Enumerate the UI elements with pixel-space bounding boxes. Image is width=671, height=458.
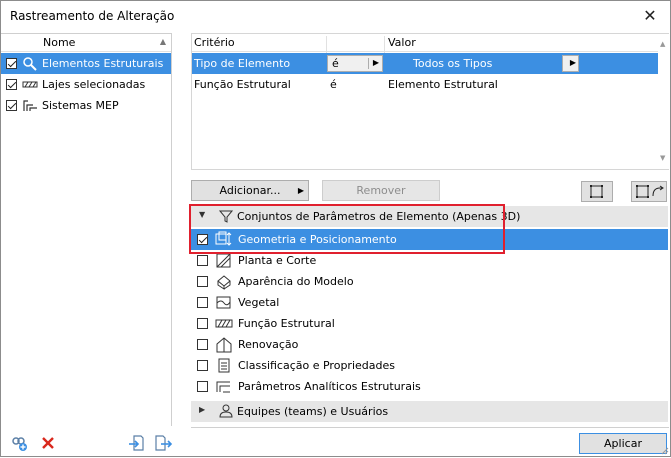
scroll-up-icon[interactable]: ▲ (660, 40, 665, 48)
aplicar-label: Aplicar (604, 437, 642, 450)
teams-label: Equipes (teams) e Usuários (237, 405, 389, 418)
option-label: Parâmetros Analíticos Estruturais (238, 380, 421, 393)
name-column-header[interactable]: Nome (43, 36, 75, 49)
delete-icon[interactable] (38, 433, 58, 453)
structural-hatch-icon (215, 315, 233, 332)
criteria-table: Critério Valor Tipo de Elemento é ▶ Todo… (191, 33, 669, 170)
close-icon[interactable]: ✕ (640, 6, 660, 26)
option-checkbox[interactable] (197, 339, 208, 350)
title-bar: Rastreamento de Alteração ✕ (1, 1, 670, 32)
value-text: Todos os Tipos (413, 57, 493, 70)
criteria-row[interactable]: Função Estrutural é Elemento Estrutural (192, 74, 658, 95)
value-cell: Elemento Estrutural (388, 78, 498, 91)
floor-plan-icon (215, 252, 233, 269)
surface-icon (215, 294, 233, 311)
set-item-lajes-selecionadas[interactable]: Lajes selecionadas (1, 74, 171, 95)
option-checkbox[interactable] (197, 276, 208, 287)
magnifier-icon (22, 56, 38, 71)
scroll-down-icon[interactable]: ▼ (660, 154, 665, 162)
adicionar-label: Adicionar... (219, 184, 281, 197)
option-label: Classificação e Propriedades (238, 359, 395, 372)
set-checkbox[interactable] (6, 58, 17, 69)
frame-refresh-icon (636, 185, 664, 198)
value-dropdown[interactable]: Todos os Tipos (386, 55, 580, 72)
option-label: Vegetal (238, 296, 280, 309)
user-icon (219, 404, 233, 418)
set-list-header: Nome ▲ (1, 34, 171, 52)
option-aparencia-modelo[interactable]: Aparência do Modelo (191, 271, 668, 292)
option-checkbox[interactable] (197, 318, 208, 329)
criteria-header: Critério Valor (192, 34, 658, 54)
criterio-cell: Tipo de Elemento (194, 57, 291, 70)
resize-grip-icon[interactable] (659, 445, 669, 455)
dropdown-arrow-icon: ▶ (368, 58, 380, 69)
option-checkbox[interactable] (197, 381, 208, 392)
window-title: Rastreamento de Alteração (10, 9, 175, 23)
dialog-window: Rastreamento de Alteração ✕ Nome ▲ Eleme… (0, 0, 671, 457)
option-checkbox[interactable] (197, 255, 208, 266)
option-renovacao[interactable]: Renovação (191, 334, 668, 355)
highlight-frame (189, 204, 505, 254)
column-divider (384, 36, 385, 54)
adicionar-button[interactable]: Adicionar... ▶ (191, 180, 309, 201)
footer-divider (191, 427, 669, 428)
criterio-column-header: Critério (194, 36, 235, 49)
dropdown-arrow-icon: ▶ (569, 58, 576, 67)
criteria-row[interactable]: Tipo de Elemento é ▶ Todos os Tipos ▶ (192, 53, 658, 74)
teams-section-header[interactable]: ▶ Equipes (teams) e Usuários (191, 401, 668, 422)
valor-column-header: Valor (388, 36, 416, 49)
criteria-scrollbar[interactable]: ▲ ▼ (658, 34, 669, 169)
import-icon[interactable] (127, 433, 147, 453)
operator-value: é (332, 57, 339, 70)
expand-triangle-icon[interactable]: ▶ (199, 405, 205, 414)
set-list-panel: Nome ▲ Elementos Estruturais Lajes selec… (1, 33, 172, 426)
remover-button[interactable]: Remover (322, 180, 440, 201)
frame-select-icon (590, 185, 603, 198)
option-label: Planta e Corte (238, 254, 317, 267)
export-icon[interactable] (153, 433, 173, 453)
set-checkbox[interactable] (6, 79, 17, 90)
value-dropdown-arrow[interactable]: ▶ (562, 55, 579, 72)
add-set-icon[interactable] (9, 433, 29, 453)
option-funcao-estrutural[interactable]: Função Estrutural (191, 313, 668, 334)
option-parametros-analiticos[interactable]: Parâmetros Analíticos Estruturais (191, 376, 668, 397)
menu-arrow-icon: ▶ (297, 186, 304, 195)
set-list-toolbar (1, 427, 173, 457)
option-checkbox[interactable] (197, 297, 208, 308)
renovation-icon (215, 336, 233, 353)
option-vegetal[interactable]: Vegetal (191, 292, 668, 313)
aplicar-button[interactable]: Aplicar (579, 433, 667, 454)
option-label: Função Estrutural (238, 317, 335, 330)
option-label: Aparência do Modelo (238, 275, 354, 288)
option-classificacao-propriedades[interactable]: Classificação e Propriedades (191, 355, 668, 376)
select-frame-button[interactable] (581, 181, 613, 202)
set-item-elementos-estruturais[interactable]: Elementos Estruturais (1, 53, 171, 74)
operator-cell: é (330, 78, 337, 91)
slab-hatch-icon (22, 77, 38, 92)
set-item-label: Lajes selecionadas (42, 78, 146, 91)
option-checkbox[interactable] (197, 360, 208, 371)
set-item-label: Sistemas MEP (42, 99, 119, 112)
sort-up-icon: ▲ (159, 37, 166, 46)
appearance-icon (215, 273, 233, 290)
remover-label: Remover (356, 184, 406, 197)
operator-dropdown[interactable]: é ▶ (327, 55, 383, 72)
classification-icon (215, 357, 233, 374)
criterio-cell: Função Estrutural (194, 78, 291, 91)
set-item-label: Elementos Estruturais (42, 57, 164, 70)
mep-icon (22, 98, 38, 113)
select-frame-refresh-button[interactable] (631, 181, 667, 202)
option-label: Renovação (238, 338, 299, 351)
set-item-sistemas-mep[interactable]: Sistemas MEP (1, 95, 171, 116)
column-divider (326, 36, 327, 54)
analytical-icon (215, 378, 233, 395)
set-checkbox[interactable] (6, 100, 17, 111)
